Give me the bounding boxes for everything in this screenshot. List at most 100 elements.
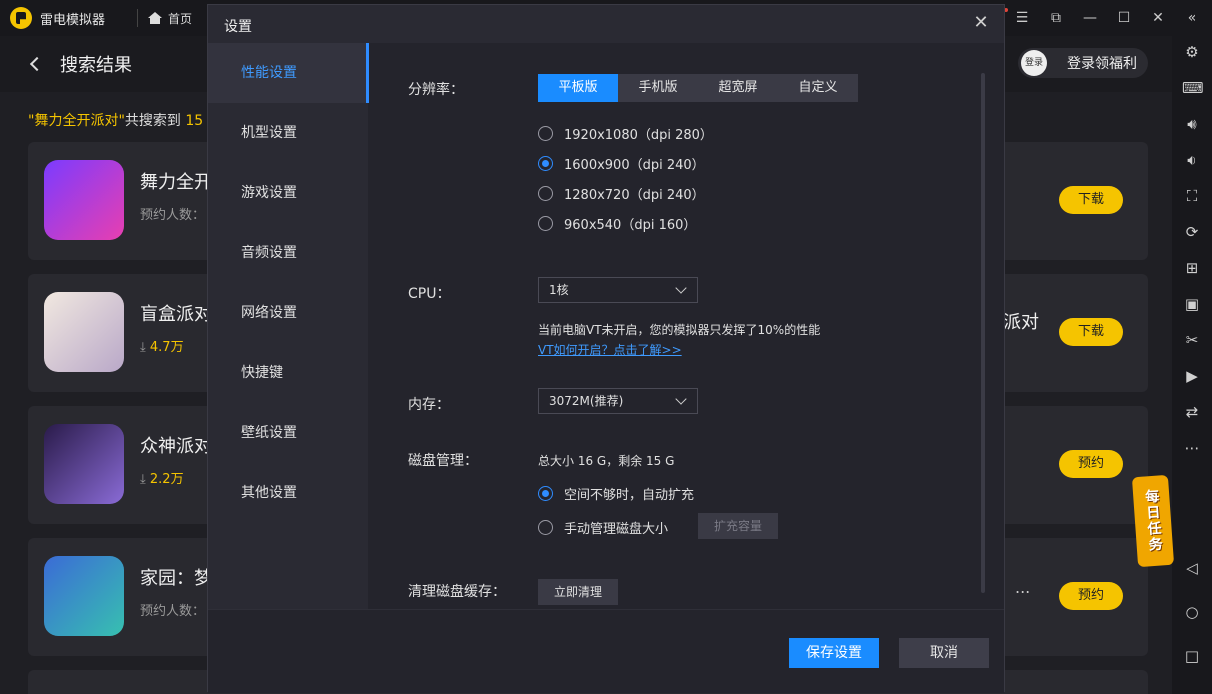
settings-content: 分辨率： 平板版 手机版 超宽屏 自定义 1920x1080（dpi 280） … <box>368 43 1006 609</box>
cpu-select[interactable]: 1核 <box>538 277 698 303</box>
search-count: 15 <box>185 113 204 129</box>
disk-label: 磁盘管理： <box>408 453 478 469</box>
app-logo-icon <box>10 7 32 29</box>
scissors-icon[interactable]: ✂ <box>1182 330 1202 350</box>
apk-install-icon[interactable]: ▣ <box>1182 294 1202 314</box>
expand-capacity-button[interactable]: 扩充容量 <box>698 513 778 539</box>
memory-label: 内存： <box>408 397 450 413</box>
title-divider <box>137 9 139 27</box>
android-back-icon[interactable]: ◁ <box>1182 558 1202 578</box>
disk-info: 总大小 16 G，剩余 15 G <box>538 454 675 468</box>
login-button[interactable]: 登录 登录领福利 <box>1018 48 1148 78</box>
fullscreen-icon[interactable]: ⛶ <box>1182 186 1202 206</box>
game-subtitle: 预约人数： <box>140 604 206 619</box>
resolution-option[interactable]: 1920x1080（dpi 280） <box>538 124 713 143</box>
dialog-title: 设置 <box>224 19 252 35</box>
game-icon <box>44 160 124 240</box>
dialog-header: 设置 ✕ <box>208 5 1004 43</box>
daily-task-badge[interactable]: 每日任务 <box>1131 474 1175 568</box>
home-tab-label: 首页 <box>168 11 193 26</box>
window-controls: ☰ ⧉ — ☐ ✕ « <box>1012 0 1202 36</box>
resolution-label: 分辨率： <box>408 82 464 98</box>
sync-icon[interactable]: ⟳ <box>1182 222 1202 242</box>
sidebar-item-performance[interactable]: 性能设置 <box>208 43 369 103</box>
search-query: "舞力全开派对" <box>28 113 125 129</box>
radio-button[interactable] <box>538 216 553 231</box>
android-home-icon[interactable]: ○ <box>1182 602 1202 622</box>
vt-warning: 当前电脑VT未开启，您的模拟器只发挥了10%的性能 <box>538 323 821 337</box>
vt-help-link[interactable]: VT如何开启？点击了解>> <box>538 341 682 358</box>
close-icon[interactable]: ✕ <box>970 12 992 34</box>
resolution-option[interactable]: 1280x720（dpi 240） <box>538 184 705 203</box>
volume-up-icon[interactable]: 🔊︎ <box>1182 114 1202 134</box>
video-record-icon[interactable]: ▶ <box>1182 366 1202 386</box>
content-scrollbar[interactable] <box>981 73 985 593</box>
back-arrow-icon[interactable] <box>29 56 45 72</box>
game-name: 舞力全开 <box>140 172 212 193</box>
sidebar-item-model[interactable]: 机型设置 <box>208 103 368 163</box>
settings-sidebar: 性能设置 机型设置 游戏设置 音频设置 网络设置 快捷键 壁纸设置 其他设置 <box>208 43 369 609</box>
right-toolbar: ⚙ ⌨ 🔊︎ 🔉︎ ⛶ ⟳ ⊞ ▣ ✂ ▶ ⇄ ⋯ ◁ ○ □ <box>1172 36 1212 694</box>
dialog-footer: 保存设置 取消 <box>208 609 1004 693</box>
collapse-toolbar-icon[interactable]: « <box>1182 8 1202 28</box>
radio-button[interactable] <box>538 156 553 171</box>
radio-button[interactable] <box>538 486 553 501</box>
volume-down-icon[interactable]: 🔉︎ <box>1182 150 1202 170</box>
game-name: 众神派对 <box>140 436 212 457</box>
resolution-option[interactable]: 1600x900（dpi 240） <box>538 154 705 173</box>
game-name: 盲盒派对 <box>140 304 212 325</box>
settings-gear-icon[interactable]: ⚙ <box>1182 42 1202 62</box>
cancel-button[interactable]: 取消 <box>899 638 989 668</box>
maximize-icon[interactable]: ☐ <box>1114 8 1134 28</box>
switch-icon[interactable]: ⇄ <box>1182 402 1202 422</box>
close-window-icon[interactable]: ✕ <box>1148 8 1168 28</box>
sidebar-item-network[interactable]: 网络设置 <box>208 283 368 343</box>
game-subtitle: 预约人数： <box>140 208 206 223</box>
tab-phone[interactable]: 手机版 <box>618 74 698 102</box>
resolution-option[interactable]: 960x540（dpi 160） <box>538 214 696 233</box>
restore-frame-icon[interactable]: ⧉ <box>1046 8 1066 28</box>
avatar: 登录 <box>1021 50 1047 76</box>
sidebar-item-wallpaper[interactable]: 壁纸设置 <box>208 403 368 463</box>
download-button[interactable]: 下载 <box>1059 318 1123 346</box>
radio-button[interactable] <box>538 126 553 141</box>
game-name: 家园：梦 <box>140 568 212 589</box>
page-title: 搜索结果 <box>60 55 132 76</box>
sidebar-item-game[interactable]: 游戏设置 <box>208 163 368 223</box>
resolution-tabs: 平板版 手机版 超宽屏 自定义 <box>538 74 858 102</box>
search-prefix: 共搜索到 <box>124 113 181 129</box>
tab-tablet[interactable]: 平板版 <box>538 74 618 102</box>
disk-manual-option[interactable]: 手动管理磁盘大小 <box>538 518 668 537</box>
home-tab[interactable]: 首页 <box>148 10 192 27</box>
game-downloads: ⤓ 2.2万 <box>140 472 184 487</box>
clear-cache-button[interactable]: 立即清理 <box>538 579 618 605</box>
sidebar-item-shortcuts[interactable]: 快捷键 <box>208 343 368 403</box>
home-icon <box>148 12 163 24</box>
radio-button[interactable] <box>538 186 553 201</box>
keyboard-icon[interactable]: ⌨ <box>1182 78 1204 98</box>
game-downloads: ⤓ 4.7万 <box>140 340 184 355</box>
chevron-down-icon <box>675 282 687 294</box>
cache-label: 清理磁盘缓存： <box>408 584 506 600</box>
game-icon <box>44 556 124 636</box>
radio-button[interactable] <box>538 520 553 535</box>
search-summary: "舞力全开派对"共搜索到 15 <box>28 110 203 130</box>
menu-icon[interactable]: ☰ <box>1012 8 1032 28</box>
disk-auto-option[interactable]: 空间不够时，自动扩充 <box>538 484 694 503</box>
add-window-icon[interactable]: ⊞ <box>1182 258 1202 278</box>
sidebar-item-other[interactable]: 其他设置 <box>208 463 368 523</box>
download-button[interactable]: 下载 <box>1059 186 1123 214</box>
tab-custom[interactable]: 自定义 <box>778 74 858 102</box>
tab-ultrawide[interactable]: 超宽屏 <box>698 74 778 102</box>
more-icon[interactable]: ⋯ <box>1182 438 1202 458</box>
save-button[interactable]: 保存设置 <box>789 638 879 668</box>
memory-select[interactable]: 3072M(推荐) <box>538 388 698 414</box>
game-icon <box>44 292 124 372</box>
game-icon <box>44 424 124 504</box>
chevron-down-icon <box>675 393 687 405</box>
minimize-icon[interactable]: — <box>1080 8 1100 28</box>
android-recents-icon[interactable]: □ <box>1182 646 1202 666</box>
reserve-button[interactable]: 预约 <box>1059 450 1123 478</box>
sidebar-item-audio[interactable]: 音频设置 <box>208 223 368 283</box>
reserve-button[interactable]: 预约 <box>1059 582 1123 610</box>
